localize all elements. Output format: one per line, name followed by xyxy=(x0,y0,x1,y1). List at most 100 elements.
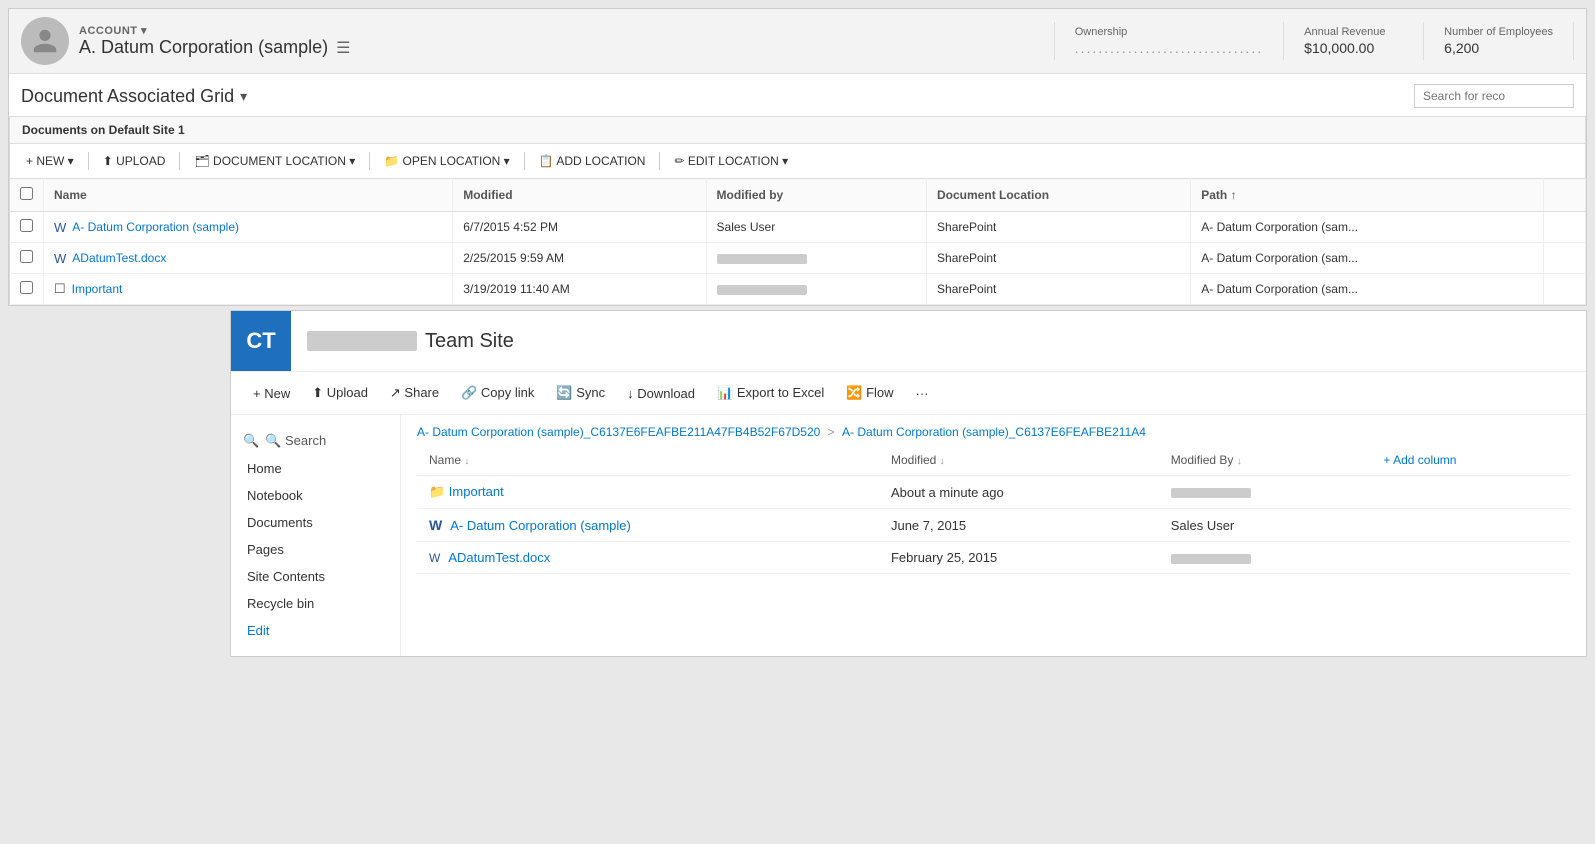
sp-row-name: W A- Datum Corporation (sample) xyxy=(417,509,879,542)
row-path: A- Datum Corporation (sam... xyxy=(1191,243,1544,274)
hamburger-icon[interactable]: ☰ xyxy=(336,38,350,58)
toolbar-separator-5 xyxy=(659,152,660,170)
sp-body: 🔍 🔍 Search Home Notebook Documents Pages… xyxy=(231,415,1586,656)
account-label: ACCOUNT ▾ xyxy=(79,24,1054,37)
row-modified: 3/19/2019 11:40 AM xyxy=(453,274,706,305)
sp-row-modified-by: Sales User xyxy=(1159,509,1372,542)
sp-nav-documents[interactable]: Documents xyxy=(231,509,400,536)
row-select-checkbox[interactable] xyxy=(20,219,33,232)
annual-revenue-value: $10,000.00 xyxy=(1304,40,1403,56)
sp-site-name: Team Site xyxy=(291,330,530,353)
sp-row-extra xyxy=(1371,509,1570,542)
account-fields: Ownership ..............................… xyxy=(1054,22,1574,60)
grid-title-text: Document Associated Grid xyxy=(21,86,234,107)
sp-flow-button[interactable]: 🔀 Flow xyxy=(836,380,903,406)
upload-button[interactable]: ⬆ UPLOAD xyxy=(95,150,174,172)
sp-col-modified[interactable]: Modified ↓ xyxy=(879,445,1159,476)
row-modified: 2/25/2015 9:59 AM xyxy=(453,243,706,274)
file-link[interactable]: W ADatumTest.docx xyxy=(54,251,442,266)
sharepoint-panel: CT Team Site + New ⬆ Upload ↗ Share 🔗 Co… xyxy=(230,310,1587,657)
sp-nav-site-contents[interactable]: Site Contents xyxy=(231,563,400,590)
sp-row-extra xyxy=(1371,476,1570,509)
breadcrumb-part2[interactable]: A- Datum Corporation (sample)_C6137E6FEA… xyxy=(842,425,1146,439)
row-checkbox[interactable] xyxy=(10,212,44,243)
row-modified-by xyxy=(706,274,926,305)
toolbar-separator-3 xyxy=(369,152,370,170)
row-modified-by: Sales User xyxy=(706,212,926,243)
row-extra xyxy=(1544,243,1586,274)
sp-file-link[interactable]: W A- Datum Corporation (sample) xyxy=(429,517,867,533)
breadcrumb-part1[interactable]: A- Datum Corporation (sample)_C6137E6FEA… xyxy=(417,425,820,439)
sp-row-modified-by xyxy=(1159,542,1372,574)
sp-upload-button[interactable]: ⬆ Upload xyxy=(302,380,378,406)
sp-table-header: Name ↓ Modified ↓ Modified By ↓ + Add co… xyxy=(417,445,1570,476)
toolbar-separator-4 xyxy=(524,152,525,170)
sp-copy-link-button[interactable]: 🔗 Copy link xyxy=(451,380,544,406)
ownership-field: Ownership ..............................… xyxy=(1054,22,1283,60)
toolbar-separator-2 xyxy=(179,152,180,170)
search-input[interactable] xyxy=(1414,84,1574,108)
sp-more-button[interactable]: ··· xyxy=(906,381,939,406)
col-doc-location: Document Location xyxy=(927,179,1191,212)
col-extra xyxy=(1544,179,1586,212)
sp-file-link[interactable]: W ADatumTest.docx xyxy=(429,550,867,565)
row-select-checkbox[interactable] xyxy=(20,250,33,263)
sp-logo: CT xyxy=(231,311,291,371)
sp-toolbar: + New ⬆ Upload ↗ Share 🔗 Copy link 🔄 Syn… xyxy=(231,371,1586,415)
row-doc-location: SharePoint xyxy=(927,274,1191,305)
row-name: ☐ Important xyxy=(44,274,453,305)
sp-nav-recycle-bin[interactable]: Recycle bin xyxy=(231,590,400,617)
sp-blurred-org-name xyxy=(307,331,417,351)
sp-nav-notebook[interactable]: Notebook xyxy=(231,482,400,509)
sp-export-button[interactable]: 📊 Export to Excel xyxy=(707,380,834,406)
sp-nav-pages[interactable]: Pages xyxy=(231,536,400,563)
ownership-value: ................................ xyxy=(1075,40,1263,56)
sp-col-modified-by[interactable]: Modified By ↓ xyxy=(1159,445,1372,476)
sp-row-modified-by xyxy=(1159,476,1372,509)
row-select-checkbox[interactable] xyxy=(20,281,33,294)
toolbar-separator-1 xyxy=(88,152,89,170)
new-button[interactable]: + NEW ▾ xyxy=(18,150,82,172)
sp-col-add[interactable]: + Add column xyxy=(1371,445,1570,476)
sp-col-name[interactable]: Name ↓ xyxy=(417,445,879,476)
sp-share-button[interactable]: ↗ Share xyxy=(380,380,449,406)
document-location-button[interactable]: 🗂 DOCUMENT LOCATION ▾ xyxy=(186,150,363,172)
sp-file-link[interactable]: 📁 Important xyxy=(429,484,867,500)
documents-grid-table: Name Modified Modified by Document Locat… xyxy=(9,178,1586,305)
edit-location-button[interactable]: ✏ EDIT LOCATION ▾ xyxy=(666,150,796,172)
annual-revenue-field: Annual Revenue $10,000.00 xyxy=(1283,22,1423,60)
annual-revenue-label: Annual Revenue xyxy=(1304,26,1403,38)
table-row: ☐ Important 3/19/2019 11:40 AM SharePoin… xyxy=(10,274,1586,305)
sp-table-row: 📁 Important About a minute ago xyxy=(417,476,1570,509)
sp-row-name: 📁 Important xyxy=(417,476,879,509)
sp-sync-button[interactable]: 🔄 Sync xyxy=(546,380,615,406)
row-checkbox[interactable] xyxy=(10,243,44,274)
employees-label: Number of Employees xyxy=(1444,26,1553,38)
row-name: W A- Datum Corporation (sample) xyxy=(44,212,453,243)
checkbox-header[interactable] xyxy=(10,179,44,212)
sp-header: CT Team Site xyxy=(231,311,1586,371)
open-location-button[interactable]: 📁 OPEN LOCATION ▾ xyxy=(376,150,517,172)
row-checkbox[interactable] xyxy=(10,274,44,305)
sp-row-modified: June 7, 2015 xyxy=(879,509,1159,542)
grid-section: Document Associated Grid ▾ xyxy=(9,74,1586,116)
file-link[interactable]: W A- Datum Corporation (sample) xyxy=(54,220,442,235)
col-modified: Modified xyxy=(453,179,706,212)
grid-title-chevron[interactable]: ▾ xyxy=(240,88,247,105)
sp-breadcrumb: A- Datum Corporation (sample)_C6137E6FEA… xyxy=(417,415,1570,445)
col-path: Path ↑ xyxy=(1191,179,1544,212)
row-doc-location: SharePoint xyxy=(927,212,1191,243)
file-link[interactable]: ☐ Important xyxy=(54,281,442,297)
sp-download-button[interactable]: ↓ Download xyxy=(617,381,705,406)
sp-content: A- Datum Corporation (sample)_C6137E6FEA… xyxy=(401,415,1586,656)
sp-nav-search[interactable]: 🔍 🔍 Search xyxy=(231,427,400,455)
top-crm-panel: ACCOUNT ▾ A. Datum Corporation (sample) … xyxy=(8,8,1587,306)
row-name: W ADatumTest.docx xyxy=(44,243,453,274)
sp-files-table: Name ↓ Modified ↓ Modified By ↓ + Add co… xyxy=(417,445,1570,574)
sp-nav-edit[interactable]: Edit xyxy=(231,617,400,644)
sp-nav-home[interactable]: Home xyxy=(231,455,400,482)
grid-title-row: Document Associated Grid ▾ xyxy=(21,84,1574,116)
select-all-checkbox[interactable] xyxy=(20,187,33,200)
sp-new-button[interactable]: + New xyxy=(243,381,300,406)
add-location-button[interactable]: 📋 ADD LOCATION xyxy=(531,150,654,172)
